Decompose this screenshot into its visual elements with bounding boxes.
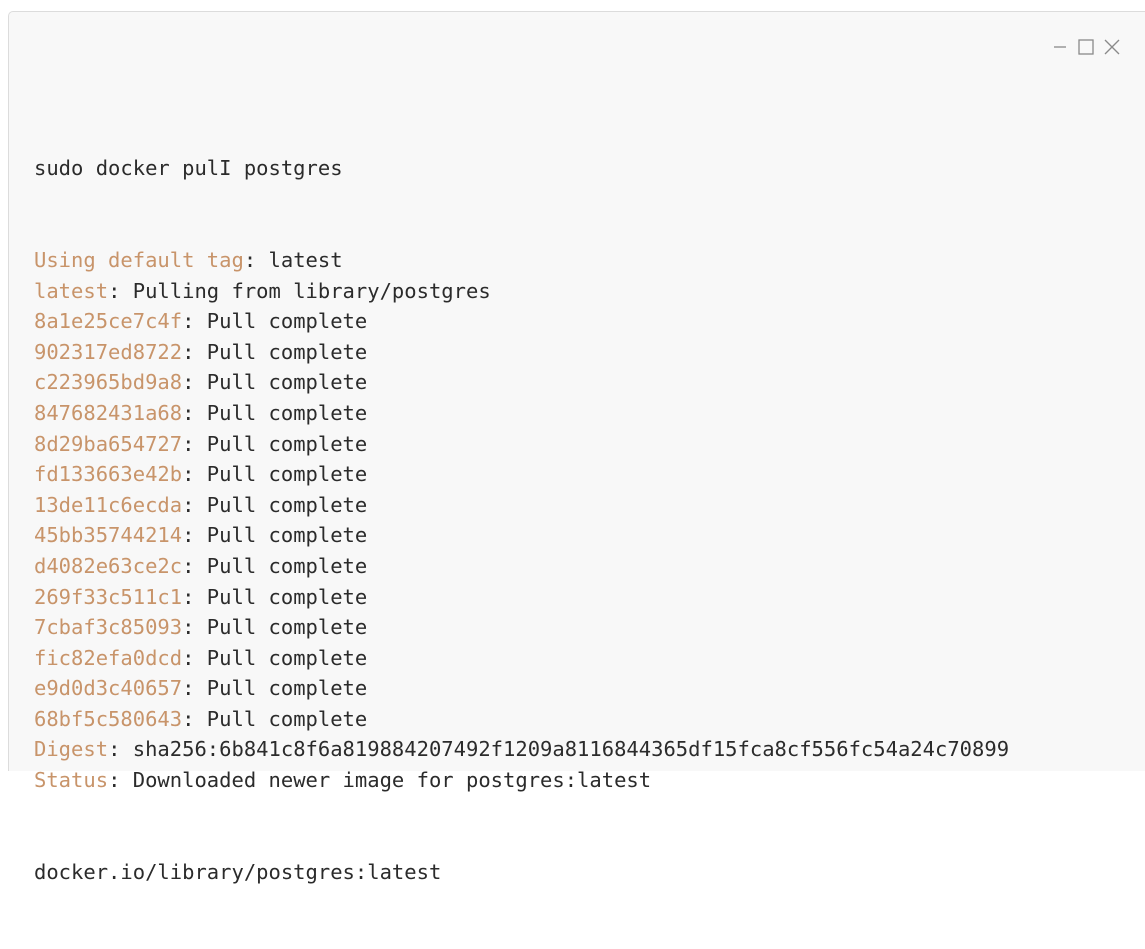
command-line: sudo docker pulI postgres [34, 156, 343, 181]
minimize-button[interactable] [1047, 36, 1073, 58]
output-line-key: d4082e63ce2c [34, 553, 183, 578]
output-line-text: : Pulling from library/postgres [108, 278, 491, 303]
output-line: fic82efa0dcd: Pull complete [34, 643, 1009, 674]
output-line-key: 13de11c6ecda [34, 492, 183, 517]
close-button[interactable] [1099, 36, 1125, 58]
output-line: 68bf5c580643: Pull complete [34, 704, 1009, 735]
output-line-key: 45bb35744214 [34, 523, 183, 548]
output-line-text: : Pull complete [182, 706, 368, 731]
output-line-text: : Pull complete [182, 523, 368, 548]
output-line-text: : latest [243, 247, 343, 272]
output-line-key: latest [34, 278, 109, 303]
output-line-key: e9d0d3c40657 [34, 676, 183, 701]
output-line-text: : Pull complete [182, 339, 368, 364]
output-line-text: : Pull complete [182, 645, 368, 670]
output-line-key: fic82efa0dcd [34, 645, 183, 670]
output-line: Digest: sha256:6b841c8f6a819884207492f12… [34, 734, 1009, 765]
output-line: e9d0d3c40657: Pull complete [34, 673, 1009, 704]
window-controls [1047, 36, 1125, 58]
output-line-key: 847682431a68 [34, 400, 183, 425]
output-line-key: 8a1e25ce7c4f [34, 309, 183, 334]
terminal-output[interactable]: sudo docker pulI postgres Using default … [34, 92, 1009, 949]
output-line-text: : Pull complete [182, 309, 368, 334]
output-line-key: 8d29ba654727 [34, 431, 183, 456]
output-line: fd133663e42b: Pull complete [34, 459, 1009, 490]
output-line-key: 269f33c511c1 [34, 584, 183, 609]
output-line-text: : Pull complete [182, 615, 368, 640]
output-line-text: : Pull complete [182, 676, 368, 701]
output-line-text: : Pull complete [182, 431, 368, 456]
output-line-key: 902317ed8722 [34, 339, 183, 364]
output-line-text: : sha256:6b841c8f6a819884207492f1209a811… [108, 737, 1010, 762]
output-line: 13de11c6ecda: Pull complete [34, 490, 1009, 521]
output-line-key: c223965bd9a8 [34, 370, 183, 395]
output-line-key: Using default tag [34, 247, 244, 272]
maximize-button[interactable] [1073, 36, 1099, 58]
output-line: 8a1e25ce7c4f: Pull complete [34, 306, 1009, 337]
output-line-text: : Pull complete [182, 400, 368, 425]
output-line: 45bb35744214: Pull complete [34, 520, 1009, 551]
output-line-text: : Pull complete [182, 584, 368, 609]
output-line-key: 68bf5c580643 [34, 706, 183, 731]
output-line-key: fd133663e42b [34, 462, 183, 487]
output-line-text: : Pull complete [182, 462, 368, 487]
maximize-icon [1078, 39, 1094, 55]
output-line-key: Digest [34, 737, 109, 762]
output-line: Using default tag: latest [34, 245, 1009, 276]
output-line-text: : Pull complete [182, 492, 368, 517]
output-line-text: : Downloaded newer image for postgres:la… [108, 768, 652, 793]
output-line: 7cbaf3c85093: Pull complete [34, 612, 1009, 643]
output-line: latest: Pulling from library/postgres [34, 276, 1009, 307]
output-line: Status: Downloaded newer image for postg… [34, 765, 1009, 796]
minimize-icon [1054, 46, 1066, 48]
output-line: c223965bd9a8: Pull complete [34, 367, 1009, 398]
output-lines: Using default tag: latest latest: Pulling… [34, 245, 1009, 796]
close-icon [1104, 39, 1120, 55]
output-line-key: Status [34, 768, 109, 793]
output-line-key: 7cbaf3c85093 [34, 615, 183, 640]
output-line-text: : Pull complete [182, 553, 368, 578]
output-line: 902317ed8722: Pull complete [34, 337, 1009, 368]
terminal-window: sudo docker pulI postgres Using default … [8, 11, 1145, 884]
output-line: 847682431a68: Pull complete [34, 398, 1009, 429]
output-line: d4082e63ce2c: Pull complete [34, 551, 1009, 582]
output-line: 8d29ba654727: Pull complete [34, 429, 1009, 460]
output-line-text: : Pull complete [182, 370, 368, 395]
output-line: 269f33c511c1: Pull complete [34, 582, 1009, 613]
final-line: docker.io/library/postgres:latest [34, 859, 442, 884]
